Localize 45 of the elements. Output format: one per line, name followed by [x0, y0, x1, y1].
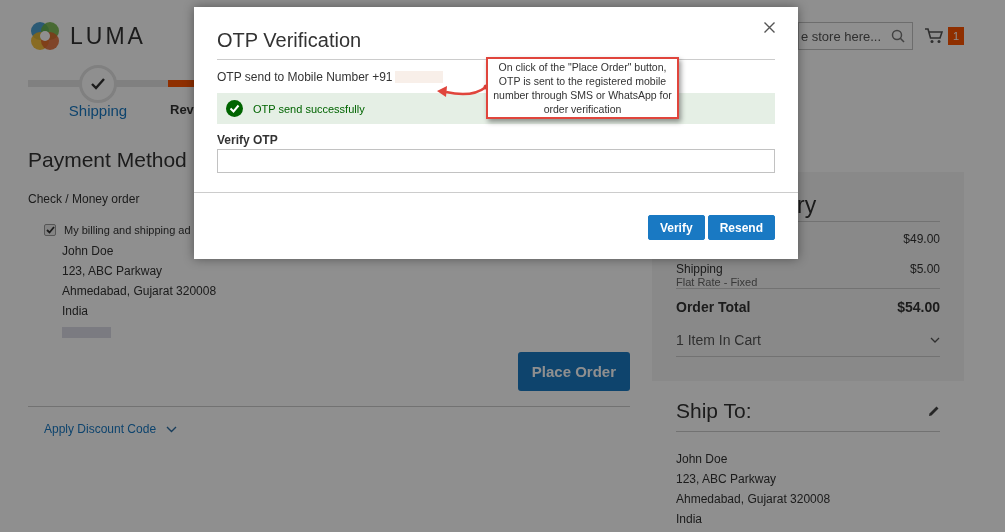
- place-order-button[interactable]: Place Order: [517, 352, 630, 391]
- chevron-down-icon: [930, 337, 940, 343]
- mobile-number-label: OTP send to Mobile Number +91: [217, 70, 393, 84]
- completed-step-icon: [79, 65, 117, 103]
- section-title: Ship To:: [676, 399, 752, 423]
- summary-amount: $49.00: [903, 232, 940, 246]
- section-title: Payment Method: [28, 148, 187, 172]
- items-in-cart-toggle[interactable]: 1 Item In Cart: [676, 332, 761, 348]
- checkbox-label: My billing and shipping ad: [64, 224, 191, 236]
- dialog-title: OTP Verification: [217, 29, 362, 52]
- progress-step-label: Shipping: [67, 102, 129, 119]
- address-line: John Doe: [676, 452, 729, 466]
- annotation-callout: On click of the "Place Order" button, OTP is sent to the registered mobile number through SMS or WhatsApp for order verification: [486, 57, 679, 119]
- dialog-button[interactable]: Verify: [647, 215, 705, 240]
- address-line: India: [62, 304, 89, 318]
- address-line: John Doe: [62, 244, 114, 258]
- check-circle-icon: [226, 100, 243, 117]
- address-line: Ahmedabad, Gujarat 320008: [62, 284, 217, 298]
- address-line: 123, ABC Parkway: [676, 472, 778, 486]
- cart-count-badge: 1: [947, 27, 964, 45]
- address-line: India: [676, 512, 704, 526]
- otp-input-field[interactable]: [217, 149, 775, 173]
- order-total-label: Order Total: [676, 299, 751, 315]
- address-line: Ahmedabad, Gujarat 320008: [676, 492, 832, 506]
- search-field[interactable]: e store here...: [797, 22, 913, 50]
- close-icon[interactable]: [764, 22, 775, 33]
- chevron-down-icon: [166, 425, 178, 433]
- cart-icon[interactable]: [924, 28, 943, 44]
- success-text: OTP send successfully: [253, 102, 365, 115]
- summary-label: Shipping: [676, 262, 724, 276]
- logo-text: LUMA: [70, 22, 146, 50]
- logo-icon: [28, 19, 62, 53]
- address-line: 123, ABC Parkway: [62, 264, 163, 278]
- dialog-button[interactable]: Resend: [707, 215, 775, 240]
- field-label: Verify OTP: [217, 133, 278, 147]
- checkbox[interactable]: [44, 224, 56, 236]
- apply-discount-link[interactable]: Apply Discount Code: [44, 422, 157, 436]
- pencil-icon[interactable]: [928, 405, 940, 417]
- search-icon: [890, 29, 905, 43]
- payment-method-label: Check / Money order: [28, 192, 140, 206]
- section-title: ry: [797, 192, 817, 218]
- progress-step-label: Rev: [169, 102, 194, 119]
- summary-sublabel: Flat Rate - Fixed: [676, 276, 758, 288]
- order-total-amount: $54.00: [897, 299, 940, 315]
- summary-amount: $5.00: [909, 262, 940, 278]
